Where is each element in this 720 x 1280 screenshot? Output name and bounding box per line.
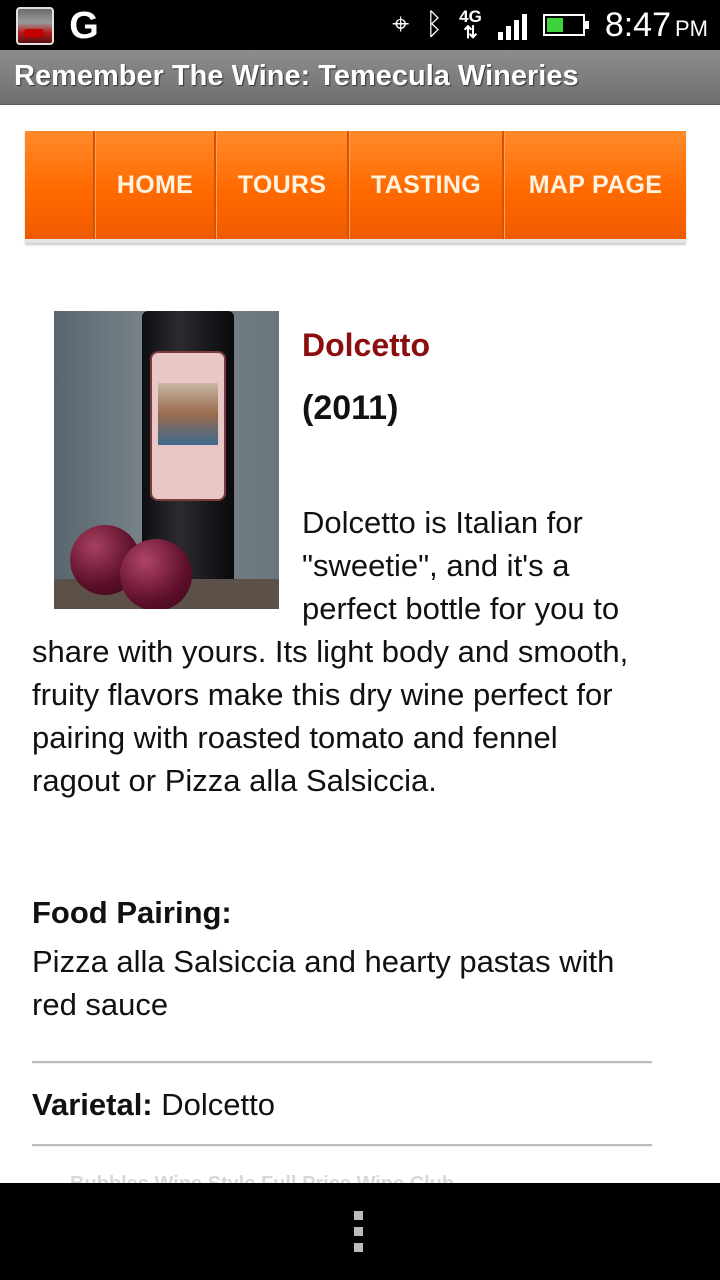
nav-item-home[interactable]: HOME xyxy=(95,131,216,239)
web-content[interactable]: HOME TOURS TASTING MAP PAGE Dolcetto (20… xyxy=(0,105,720,1183)
varietal-value: Dolcetto xyxy=(161,1087,275,1122)
image-float-spacer xyxy=(32,501,302,613)
photo-notification-icon[interactable] xyxy=(16,7,54,45)
bottle-label xyxy=(150,351,226,501)
gps-icon: ⌖ xyxy=(392,7,410,42)
system-nav-bar xyxy=(0,1183,720,1280)
varietal-row: Varietal: Dolcetto xyxy=(32,1087,275,1123)
nav-item-tasting[interactable]: TASTING xyxy=(349,131,504,239)
varietal-label: Varietal: xyxy=(32,1087,153,1122)
app-title-bar: Remember The Wine: Temecula Wineries xyxy=(0,50,720,105)
faded-row-text: Bubbles Wine Style Full Price Wine Club xyxy=(70,1173,454,1183)
wine-year: (2011) xyxy=(302,389,399,427)
nav-item-map-page[interactable]: MAP PAGE xyxy=(504,131,686,239)
nav-spacer xyxy=(25,131,95,239)
divider xyxy=(32,1061,652,1064)
overflow-menu-icon[interactable] xyxy=(354,1211,364,1252)
bluetooth-icon: ᛒ xyxy=(425,7,444,42)
google-icon[interactable]: G xyxy=(64,5,104,47)
divider xyxy=(32,1144,652,1147)
status-bar: G ⌖ ᛒ 4G ⇅ 8:47 PM xyxy=(0,0,720,50)
network-4g-icon: 4G ⇅ xyxy=(459,7,482,42)
signal-icon xyxy=(497,10,527,40)
nav-item-tours[interactable]: TOURS xyxy=(216,131,349,239)
app-title: Remember The Wine: Temecula Wineries xyxy=(14,60,579,92)
main-nav: HOME TOURS TASTING MAP PAGE xyxy=(25,131,686,243)
battery-icon xyxy=(542,14,589,36)
food-pairing-heading: Food Pairing: xyxy=(32,895,232,930)
food-pairing-text: Pizza alla Salsiccia and hearty pastas w… xyxy=(32,944,615,1022)
wine-name: Dolcetto xyxy=(302,327,430,363)
wine-description-block: Dolcetto is Italian for "sweetie", and i… xyxy=(32,501,652,802)
clock: 8:47 PM xyxy=(604,5,708,44)
